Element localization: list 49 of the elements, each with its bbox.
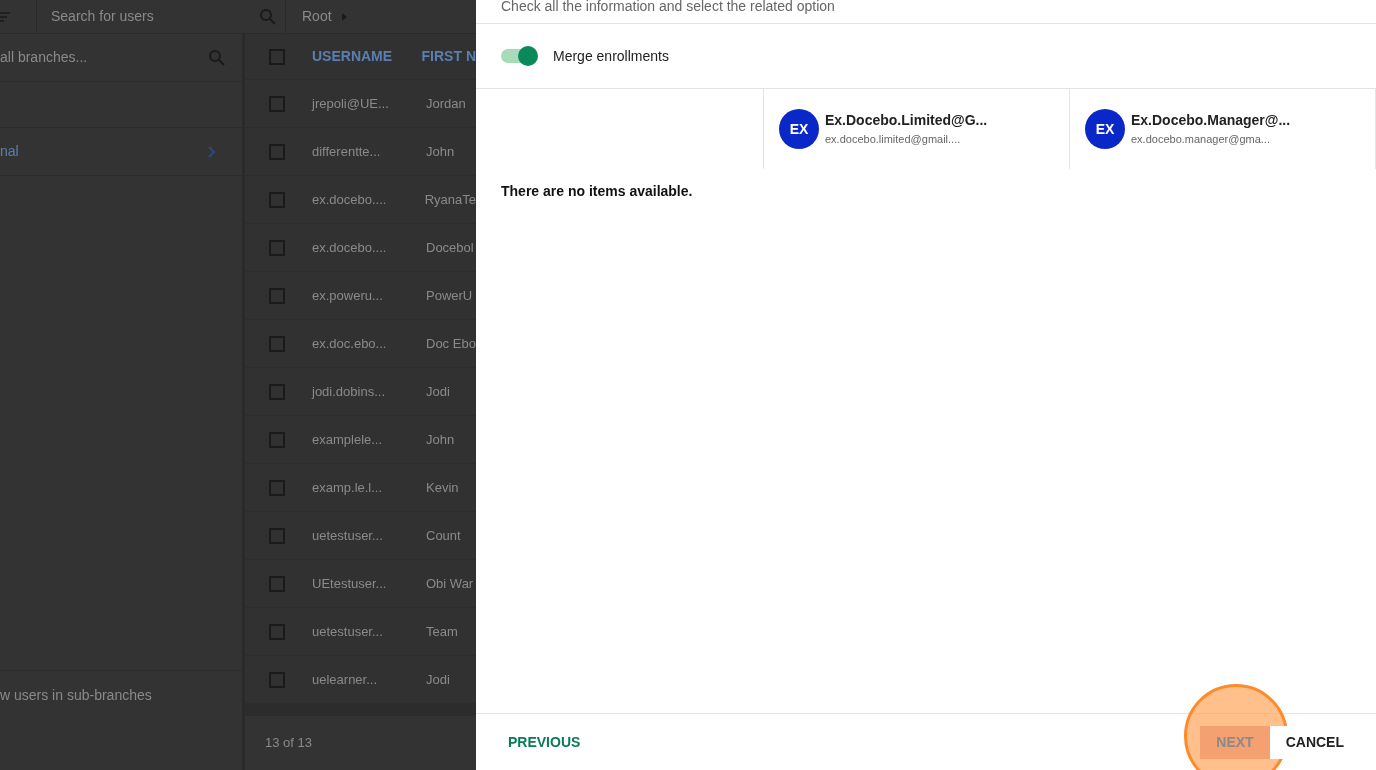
table-cell-text: John	[426, 430, 455, 449]
empty-message: There are no items available.	[501, 183, 693, 199]
table-cell-text: Count	[426, 526, 461, 545]
table-cell-text: Docebol	[426, 238, 474, 257]
avatar: EX	[1085, 109, 1125, 149]
chevron-right-icon[interactable]	[208, 145, 216, 158]
caret-icon	[341, 12, 347, 21]
user-name: Ex.Docebo.Manager@...	[1131, 111, 1291, 131]
table-cell-text: Jordan	[426, 94, 466, 113]
column-header[interactable]: USERNAME	[312, 46, 422, 67]
pagination-count: 13 of 13	[265, 734, 312, 753]
table-cell-text: jrepoli@UE...	[312, 94, 390, 113]
table-cell-text: Team	[426, 622, 458, 641]
toggle-label: Merge enrollments	[553, 46, 669, 66]
toggle-switch[interactable]	[501, 44, 539, 68]
table-cell-text: Doc Ebo	[426, 334, 476, 353]
table-cell-text: John	[426, 142, 455, 161]
table-cell-text: uetestuser...	[312, 622, 384, 641]
table-cell-text: Jodi	[426, 382, 450, 401]
modal-subtitle: Check all the information and select the related option	[501, 0, 835, 13]
table-cell-text: UEtestuser...	[312, 574, 388, 593]
search-icon[interactable]	[208, 48, 226, 67]
avatar: EX	[779, 109, 819, 149]
search-field[interactable]: Search for users	[36, 0, 286, 34]
user-email: ex.docebo.manager@gma...	[1131, 132, 1271, 148]
user-email: ex.docebo.limited@gmail....	[825, 132, 962, 148]
branch-search-field[interactable]: all branches...	[0, 34, 242, 82]
breadcrumb-item[interactable]: Root	[302, 6, 332, 27]
table-cell-text: ex.docebo....	[312, 190, 388, 209]
branch-footer-text: w users in sub-branches	[0, 686, 152, 705]
table-cell-text: examplele...	[312, 430, 384, 449]
table-cell-text: PowerU	[426, 286, 473, 305]
search-icon[interactable]	[259, 7, 277, 26]
table-cell-text: ex.doc.ebo...	[312, 334, 388, 353]
previous-button[interactable]: PREVIOUS	[492, 725, 597, 759]
column-header[interactable]: FIRST N	[421, 46, 476, 67]
branch-item[interactable]: nal	[0, 141, 208, 162]
user-name: Ex.Docebo.Limited@G...	[825, 111, 988, 131]
table-cell-text: differentte...	[312, 142, 382, 161]
table-cell-text: jodi.dobins...	[312, 382, 386, 401]
table-cell-text: ex.poweru...	[312, 286, 384, 305]
table-cell-text: RyanaTe	[424, 190, 476, 209]
table-cell-text: Kevin	[426, 478, 459, 497]
table-cell-text: Obi War	[426, 574, 474, 593]
table-cell-text: examp.le.l...	[312, 478, 384, 497]
table-cell-text: uetestuser...	[312, 526, 384, 545]
table-cell-text: Jodi	[426, 670, 450, 689]
table-cell-text: uelearner...	[312, 670, 379, 689]
table-cell-text: ex.docebo....	[312, 238, 388, 257]
